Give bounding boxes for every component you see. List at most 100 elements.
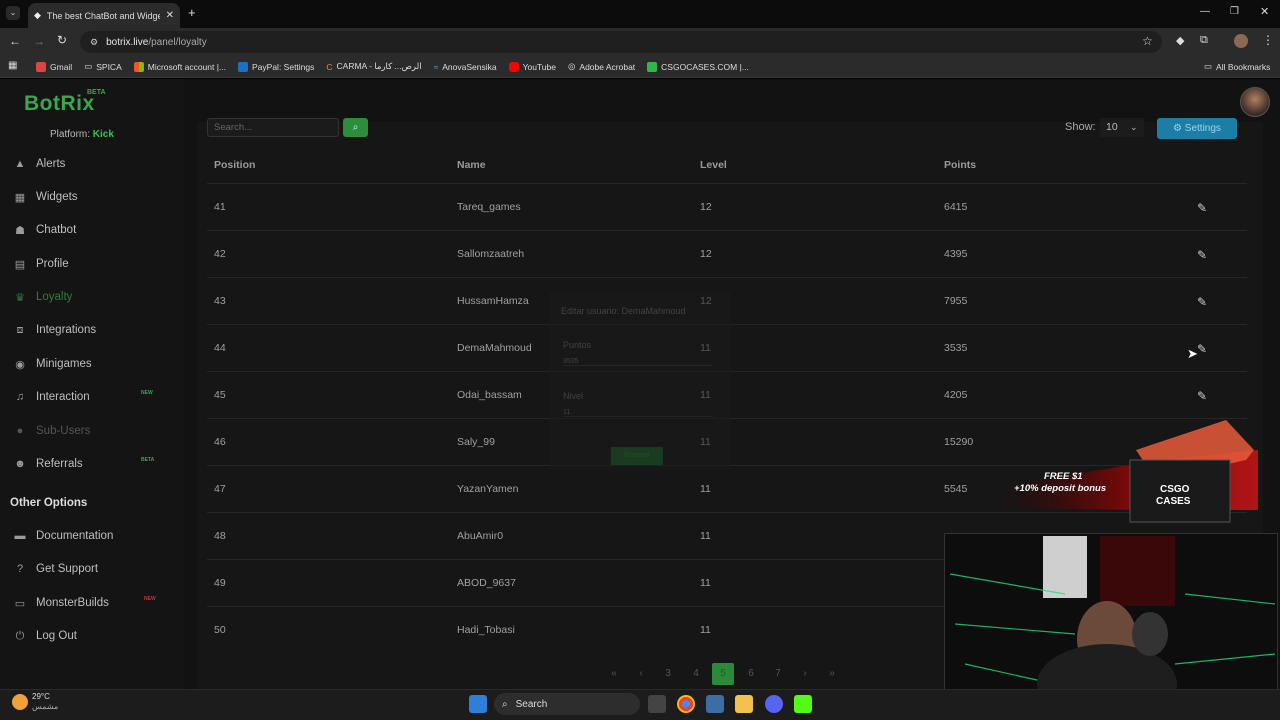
page-button[interactable]: 3 [657,663,679,685]
extensions-puzzle-icon[interactable]: ⧉ [1200,34,1208,47]
browser-tab[interactable]: ◆ The best ChatBot and Widgets ✕ [28,3,180,28]
kick-app-icon[interactable] [794,695,812,713]
bookmark-csgocases[interactable]: CSGOCASES.COM |... [647,61,749,72]
forward-arrow-icon[interactable]: → [33,34,45,48]
csgocases-icon [647,61,658,72]
youtube-icon [508,61,519,72]
bookmark-adobe[interactable]: ◎ Adobe Acrobat [568,61,635,72]
sidebar-item-logout[interactable]: ⏻ Log Out [14,626,77,646]
apps-grid-icon[interactable]: ▦ [8,60,17,71]
bookmark-gmail[interactable]: Gmail [36,61,72,72]
all-bookmarks[interactable]: ▭ All Bookmarks [1204,61,1270,72]
table-row: 41 Tareq_games 12 6415 ✎ [207,183,1247,230]
sidebar-item-monsterbuilds[interactable]: ▭ MonsterBuilds [14,593,109,613]
other-options-heading: Other Options [10,497,88,509]
extension-icon[interactable]: ◆ [1176,34,1184,47]
level-input[interactable]: 11 [563,409,713,417]
first-page-icon[interactable]: « [603,663,625,685]
page-button[interactable]: 4 [685,663,707,685]
reload-icon[interactable]: ↻ [57,33,67,47]
back-arrow-icon[interactable]: ← [9,34,21,48]
windows-start-icon[interactable] [469,695,487,713]
url-bar[interactable]: ⚙ botrix.live/panel/loyalty [80,31,1162,53]
close-tab-icon[interactable]: ✕ [166,10,174,21]
sun-icon [12,694,28,710]
sidebar-item-loyalty[interactable]: ♛ Loyalty [14,287,72,307]
user-avatar[interactable] [1240,87,1270,117]
sidebar-item-chatbot[interactable]: ☗ Chatbot [14,220,76,240]
sidebar-item-get-support[interactable]: ? Get Support [14,559,98,579]
points-input[interactable]: 3535 [563,358,713,366]
edit-pencil-icon[interactable]: ✎ [1197,248,1207,262]
edit-pencil-icon[interactable]: ✎ [1197,295,1207,309]
tab-menu-button[interactable]: ⌄ [6,6,20,20]
bookmark-carma[interactable]: C CARMA - الرص... كارما [326,61,421,72]
edit-pencil-icon[interactable]: ✎ [1197,389,1207,403]
anova-icon: ≈ [433,61,439,72]
show-entries-select[interactable]: 10 ⌄ [1100,118,1144,137]
csgocases-ad-banner[interactable]: CSGO CASES [996,410,1258,528]
botrix-logo[interactable]: BotRix [24,92,95,116]
task-view-icon[interactable] [648,695,666,713]
bookmark-spica[interactable]: ▭ SPICA [84,61,122,72]
column-header-name[interactable]: Name [457,159,486,171]
weather-widget[interactable]: 29°C مشمس [12,692,58,712]
close-window-button[interactable]: ✕ [1260,5,1269,18]
maximize-button[interactable]: ❐ [1230,6,1239,17]
new-tab-button[interactable]: + [188,5,196,20]
column-header-position[interactable]: Position [214,159,255,171]
sidebar-item-documentation[interactable]: ▬ Documentation [14,526,114,546]
cell-position: 50 [214,624,226,636]
browser-menu-icon[interactable]: ⋮ [1262,33,1274,47]
bookmark-anovasensika[interactable]: ≈ AnovaSensika [434,62,497,72]
edit-pencil-icon[interactable]: ✎ [1197,342,1207,356]
prev-page-icon[interactable]: ‹ [630,663,652,685]
edit-user-modal[interactable]: Editar usuario: DemaMahmoud Puntos 3535 … [549,292,731,470]
page-button-current[interactable]: 5 [712,663,734,685]
sidebar-item-sub-users[interactable]: ● Sub-Users [14,421,91,441]
settings-button[interactable]: ⚙ Settings [1157,118,1237,139]
bookmark-microsoft[interactable]: Microsoft account |... [133,61,226,72]
minimize-button[interactable]: — [1200,6,1210,17]
ad-brand-bottom: CASES [1156,496,1191,507]
bookmark-paypal[interactable]: PayPal: Settings [238,61,314,72]
cell-points: 15290 [944,436,974,448]
last-page-icon[interactable]: » [821,663,843,685]
column-header-level[interactable]: Level [700,159,727,171]
column-header-points[interactable]: Points [944,159,976,171]
file-explorer-icon[interactable] [735,695,753,713]
cell-points: 4395 [944,248,968,260]
cell-position: 44 [214,342,226,354]
cell-level: 11 [700,577,711,589]
store-icon[interactable] [706,695,724,713]
bookmark-star-icon[interactable]: ☆ [1142,34,1153,48]
platform-indicator: Platform: Kick [50,129,114,140]
sidebar-item-interaction[interactable]: ♫ Interaction [14,387,90,407]
sidebar-item-minigames[interactable]: ◉ Minigames [14,354,91,374]
chrome-icon[interactable] [677,695,695,713]
carma-icon: C [326,61,333,72]
sidebar-item-profile[interactable]: ▤ Profile [14,254,69,274]
next-page-icon[interactable]: › [794,663,816,685]
cell-level: 12 [700,248,712,260]
cell-position: 41 [214,201,226,213]
site-info-icon[interactable]: ⚙ [90,37,98,48]
sidebar-item-widgets[interactable]: ▦ Widgets [14,187,78,207]
cell-name: Saly_99 [457,436,495,448]
sidebar-item-alerts[interactable]: ▲ Alerts [14,154,66,174]
sidebar-item-integrations[interactable]: ⧈ Integrations [14,320,97,340]
search-button[interactable]: ⌕ [343,118,368,137]
page-button[interactable]: 7 [767,663,789,685]
cell-position: 47 [214,483,226,495]
bookmark-youtube[interactable]: YouTube [508,61,556,72]
page-button[interactable]: 6 [740,663,762,685]
cell-level: 11 [700,483,711,495]
profile-avatar[interactable] [1234,34,1248,48]
taskbar-search[interactable]: ⌕ Search [494,693,640,715]
modal-save-button[interactable]: Guardar [611,447,663,465]
cell-name: Odai_bassam [457,389,522,401]
edit-pencil-icon[interactable]: ✎ [1197,201,1207,215]
sidebar-item-referrals[interactable]: ☻ Referrals [14,454,82,474]
search-input[interactable]: Search... [207,118,339,137]
discord-icon[interactable] [765,695,783,713]
